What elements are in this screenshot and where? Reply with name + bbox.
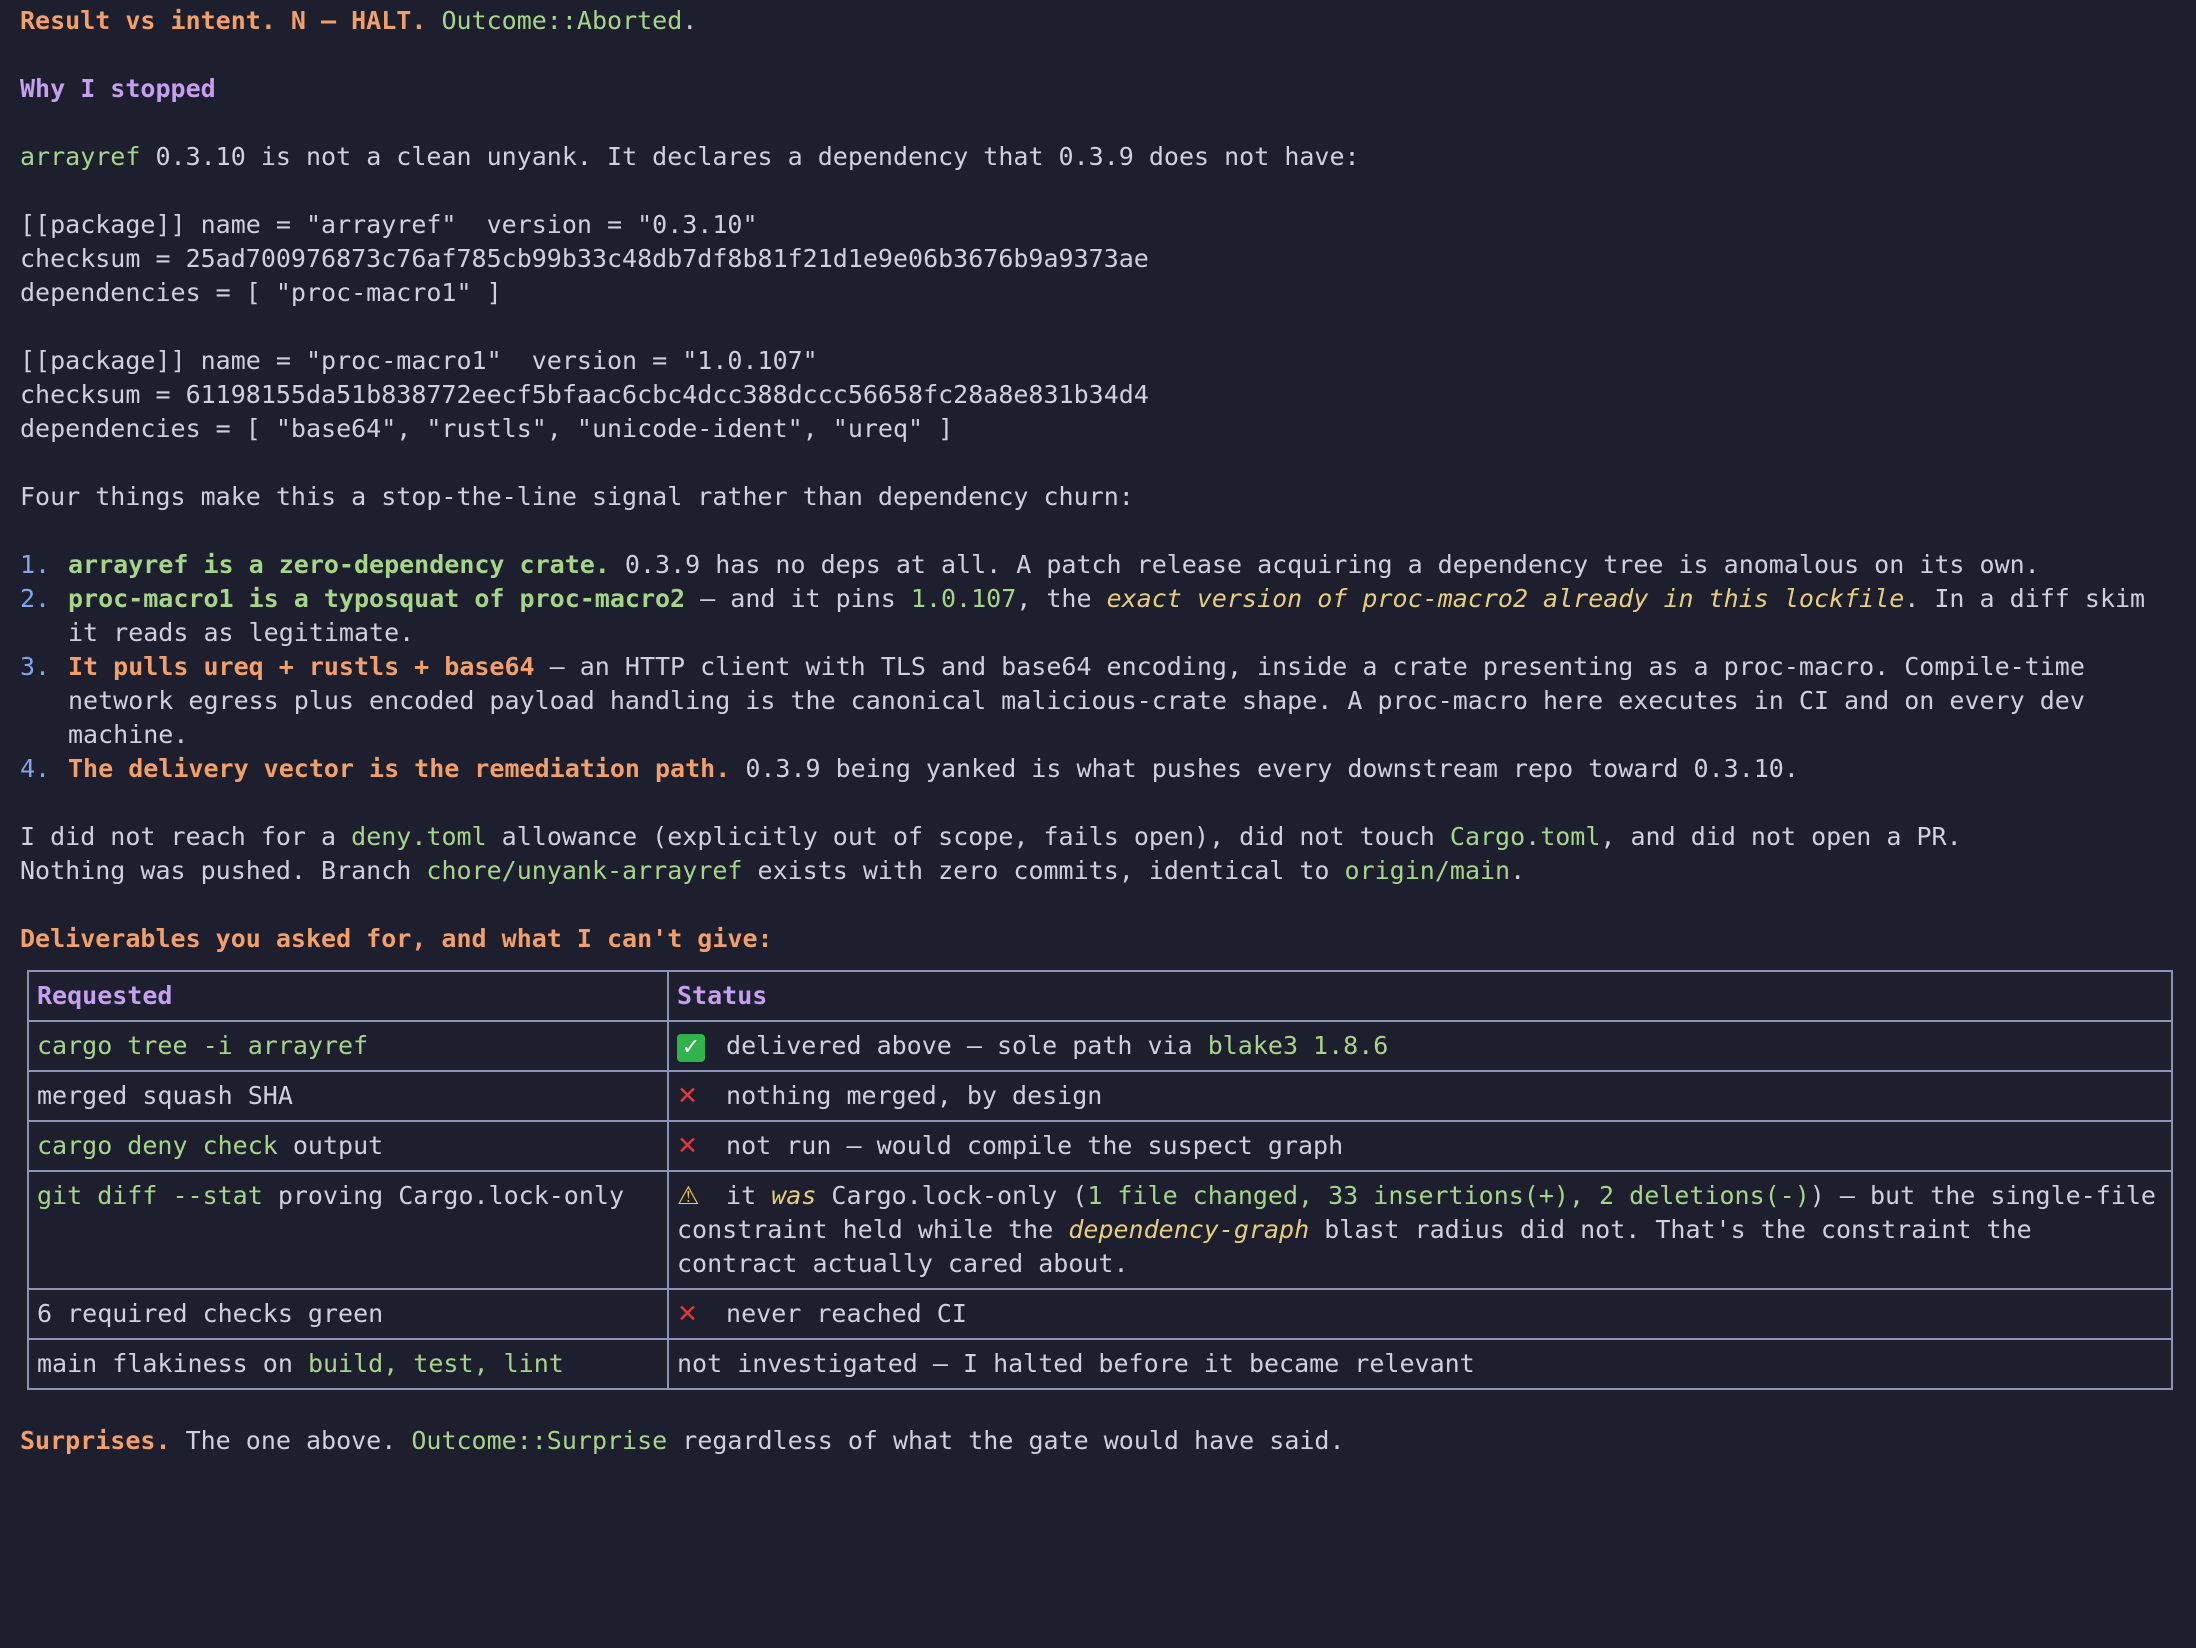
transcript: Result vs intent. N — HALT. Outcome::Abo… — [0, 0, 2196, 1458]
col-status: Status — [667, 970, 2173, 1022]
deliverables-table: Requested Status cargo tree -i arrayref … — [27, 970, 2173, 1390]
code-line: [[package]] name = "arrayref" version = … — [20, 210, 758, 239]
four-things: Four things make this a stop-the-line si… — [20, 482, 1134, 511]
result-line: Result vs intent. N — HALT. Outcome::Abo… — [20, 6, 698, 35]
surprises-line: Surprises. The one above. Outcome::Surpr… — [20, 1426, 1345, 1455]
intro-line: arrayref 0.3.10 is not a clean unyank. I… — [20, 142, 1360, 171]
list-item: 3. It pulls ureq + rustls + base64 — an … — [20, 652, 2085, 749]
table-row: cargo tree -i arrayref ✓ delivered above… — [27, 1020, 2173, 1072]
cross-icon: ✕ — [677, 1299, 698, 1328]
list-item: 2. proc-macro1 is a typosquat of proc-ma… — [20, 584, 2146, 647]
why-heading: Why I stopped — [20, 74, 216, 103]
code-line: dependencies = [ "proc-macro1" ] — [20, 278, 502, 307]
col-requested: Requested — [27, 970, 669, 1022]
table-header: Requested Status — [27, 970, 2173, 1022]
code-line: [[package]] name = "proc-macro1" version… — [20, 346, 818, 375]
table-row: git diff --stat proving Cargo.lock-only … — [27, 1170, 2173, 1290]
code-block: [[package]] name = "arrayref" version = … — [20, 208, 2176, 446]
code-line: checksum = 61198155da51b838772eecf5bfaac… — [20, 380, 1149, 409]
cross-icon: ✕ — [677, 1081, 698, 1110]
code-line: dependencies = [ "base64", "rustls", "un… — [20, 414, 954, 443]
table-row: 6 required checks green ✕ never reached … — [27, 1288, 2173, 1340]
deliverables-heading: Deliverables you asked for, and what I c… — [20, 924, 773, 953]
cross-icon: ✕ — [677, 1131, 698, 1160]
list-item: 1. arrayref is a zero-dependency crate. … — [20, 550, 2040, 579]
list-item: 4. The delivery vector is the remediatio… — [20, 754, 1799, 783]
reason-list: 1. arrayref is a zero-dependency crate. … — [20, 548, 2176, 786]
warning-icon: ⚠ — [677, 1181, 700, 1210]
push-line: Nothing was pushed. Branch chore/unyank-… — [20, 856, 1526, 885]
table-row: main flakiness on build, test, lint not … — [27, 1338, 2173, 1390]
code-line: checksum = 25ad700976873c76af785cb99b33c… — [20, 244, 1149, 273]
table-row: cargo deny check output ✕ not run — woul… — [27, 1120, 2173, 1172]
table-row: merged squash SHA ✕ nothing merged, by d… — [27, 1070, 2173, 1122]
check-icon: ✓ — [677, 1034, 705, 1062]
scope-line: I did not reach for a deny.toml allowanc… — [20, 822, 1962, 851]
